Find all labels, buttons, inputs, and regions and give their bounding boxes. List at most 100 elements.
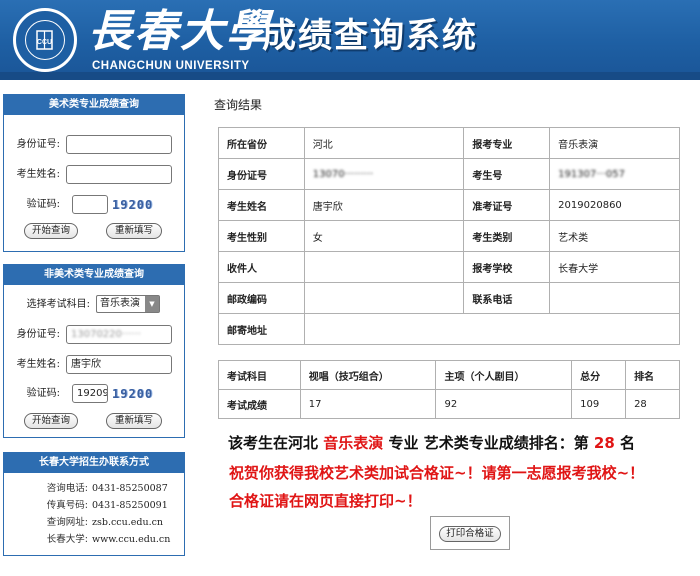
info-label-cell: 所在省份 [218,127,305,159]
art-id-input[interactable] [66,135,172,154]
system-title: 成绩查询系统 [262,16,478,56]
art-panel-title: 美术类专业成绩查询 [4,95,184,115]
score-cell: 92 [435,389,573,419]
info-value-cell: 长春大学 [549,251,680,283]
info-label-cell: 考生姓名 [218,189,305,221]
score-header-cell: 总分 [571,360,627,390]
info-label-cell: 联系电话 [463,282,551,314]
score-table-body: 考试科目 视唱（技巧组合） 主项（个人剧目） 总分 排名 考试成绩 17 92 109 28 [218,360,680,419]
nonart-captcha-value: 19209 [77,388,108,399]
university-name-en: CHANGCHUN UNIVERSITY [92,60,250,72]
info-row: 考生性别女考生类别 艺术类 [218,220,680,252]
print-button-box: 打印合格证 [430,516,510,550]
info-value-cell: 2019020860 [549,189,680,221]
info-row: 所在省份 河北 报考专业 音乐表演 [218,127,680,159]
rank-text: 名 [614,434,636,452]
info-label-cell: 报考专业 [463,127,551,159]
info-value-cell: 13070········· [303,158,465,190]
nonart-captcha-label: 验证码: [26,388,60,399]
address-value-cell [303,313,681,345]
contact-label: 长春大学: [46,534,88,545]
print-note: 合格证请在网页直接打印~！ [229,492,422,510]
nonart-name-value: 唐宇欣 [71,359,101,370]
university-name-cn: 長春大學 [88,6,272,57]
info-label-cell: 身份证号 [218,158,305,190]
nonart-id-row: 身份证号: 13070220······ [4,325,184,345]
nonart-captcha-image[interactable]: 19200 [112,386,153,402]
nonart-id-input[interactable]: 13070220······ [66,325,172,344]
info-label-cell: 收件人 [218,251,305,283]
contact-panel-title: 长春大学招生办联系方式 [4,453,184,473]
rank-text: 该考生在河北 [228,434,324,452]
result-heading: 查询结果 [214,98,263,112]
emblem-icon: CCU [36,30,53,50]
art-captcha-row: 验证码: 19200 [4,195,184,215]
nonart-name-row: 考生姓名: 唐宇欣 [4,355,184,375]
art-name-label: 考生姓名: [16,169,60,180]
nonart-subject-select[interactable]: 音乐表演 ▼ [96,295,160,313]
art-name-input[interactable] [66,165,172,184]
score-row: 考试成绩 17 92 109 28 [218,389,680,419]
nonart-reset-button[interactable]: 重新填写 [106,413,162,429]
score-header-row: 考试科目 视唱（技巧组合） 主项（个人剧目） 总分 排名 [218,360,680,390]
nonart-captcha-input[interactable]: 19209 [72,384,108,403]
nonart-name-label: 考生姓名: [16,359,60,370]
info-row: 邮寄地址 [218,313,681,345]
info-value-cell [549,282,680,314]
info-value-cell: 191307···057 [549,158,680,190]
contact-panel: 长春大学招生办联系方式 咨询电话: 0431-85250087 传真号码: 04… [3,452,185,556]
art-captcha-image[interactable]: 19200 [112,197,153,213]
address-label-cell: 邮寄地址 [218,313,305,345]
candidate-info-table: 所在省份 河北 报考专业 音乐表演 身份证号 13070········· 考生号 19130… [218,127,681,345]
contact-value: 0431-85250091 [92,500,168,511]
art-query-button[interactable]: 开始查询 [24,223,78,239]
nonart-id-value: 13070220······ [71,329,141,340]
info-table-body: 所在省份 河北 报考专业 音乐表演 身份证号 13070········· 考生号 19130… [218,127,681,345]
art-id-row: 身份证号: [4,135,184,155]
print-certificate-button[interactable]: 打印合格证 [439,526,501,542]
score-cell: 109 [571,389,627,419]
art-captcha-input[interactable] [72,195,108,214]
info-label-cell: 考生号 [463,158,551,190]
info-label-cell: 邮政编码 [218,282,305,314]
contact-link[interactable]: www.ccu.edu.cn [92,532,170,548]
nonart-name-input[interactable]: 唐宇欣 [66,355,172,374]
chevron-down-icon[interactable]: ▼ [145,296,159,312]
score-header-cell: 视唱（技巧组合） [299,360,437,390]
rank-text: 专业 艺术类专业成绩排名：第 [383,434,594,452]
score-header-cell: 主项（个人剧目） [435,360,573,390]
nonart-subject-value: 音乐表演 [100,298,140,309]
info-value-cell [303,282,465,314]
info-value-cell [303,251,465,283]
info-value-cell: 音乐表演 [549,127,680,159]
art-name-row: 考生姓名: [4,165,184,185]
nonart-query-panel: 非美术类专业成绩查询 选择考试科目: 音乐表演 ▼ 身份证号: 13070220… [3,264,185,438]
score-cell: 考试成绩 [218,389,301,419]
contact-label: 咨询电话: [46,483,88,494]
nonart-subject-label: 选择考试科目: [26,299,90,310]
info-row: 身份证号 13070········· 考生号 191307···057 [218,158,680,190]
score-header-cell: 排名 [625,360,680,390]
info-label-cell: 考生类别 [463,220,551,252]
nonart-captcha-row: 验证码: 19209 19200 [4,384,184,404]
info-row: 考生姓名 唐宇欣 准考证号 2019020860 [218,189,680,221]
header-banner: CCU 長春大學 CHANGCHUN UNIVERSITY 成绩查询系统 [0,0,700,80]
contact-label: 传真号码: [46,500,88,511]
rank-major: 音乐表演 [323,434,384,452]
contact-link[interactable]: zsb.ccu.edu.cn [92,515,163,531]
score-header-cell: 考试科目 [218,360,301,390]
info-row: 邮政编码 联系电话 [218,282,680,314]
info-value-cell: 艺术类 [549,220,680,252]
nonart-panel-title: 非美术类专业成绩查询 [4,265,184,285]
info-label-cell: 报考学校 [463,251,551,283]
nonart-query-button[interactable]: 开始查询 [24,413,78,429]
info-row: 收件人 报考学校 长春大学 [218,251,680,283]
rank-number: 28 [593,434,615,452]
art-captcha-label: 验证码: [26,199,60,210]
art-query-panel: 美术类专业成绩查询 身份证号: 考生姓名: 验证码: 19200 开始查询 重新… [3,94,185,252]
art-reset-button[interactable]: 重新填写 [106,223,162,239]
info-label-cell: 考生性别 [218,220,305,252]
contact-label: 查询网址: [46,517,88,528]
svg-text:CCU: CCU [37,39,52,46]
score-cell: 17 [299,389,437,419]
